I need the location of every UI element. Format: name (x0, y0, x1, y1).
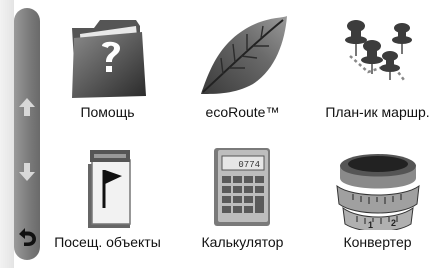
tile-label: Посещ. объекты (54, 234, 161, 250)
back-button[interactable] (14, 222, 40, 252)
calculator-display-text: 0774 (238, 160, 260, 170)
tile-calculator[interactable]: 0774 Калькулятор (175, 134, 310, 268)
tile-label: Помощь (80, 104, 135, 120)
tile-label: Калькулятор (201, 234, 284, 250)
tile-converter[interactable]: 1 2 Конвертер (310, 134, 445, 268)
eco-leaf-icon (195, 12, 291, 103)
tile-help[interactable]: Помощь (40, 0, 175, 134)
tile-label: ecoRoute™ (205, 104, 280, 120)
tape-measure-icon: 1 2 (333, 146, 423, 235)
tile-label: Конвертер (343, 234, 412, 250)
svg-text:1: 1 (368, 220, 373, 230)
arrow-up-icon (19, 98, 35, 116)
svg-text:2: 2 (391, 218, 396, 228)
tile-ecoroute[interactable]: ecoRoute™ (175, 0, 310, 134)
route-planner-pins-icon (332, 12, 424, 103)
tile-route-planner[interactable]: План-ик маршр. (310, 0, 445, 134)
scroll-up-button[interactable] (14, 92, 40, 122)
calculator-icon: 0774 (212, 146, 274, 233)
tile-label: План-ик маршр. (325, 104, 430, 120)
tools-menu-screen: Помощь ecoRoute™ План-ик маршр. Посещ. о… (0, 0, 445, 268)
help-folder-icon (66, 12, 150, 103)
scroll-down-button[interactable] (14, 157, 40, 187)
arrow-down-icon (19, 163, 35, 181)
tile-visited-places[interactable]: Посещ. объекты (40, 134, 175, 268)
visited-places-flag-icon (78, 146, 142, 235)
device-bezel-edge (0, 0, 14, 268)
tools-grid: Помощь ecoRoute™ План-ик маршр. Посещ. о… (40, 0, 445, 268)
back-arrow-icon (19, 228, 36, 246)
